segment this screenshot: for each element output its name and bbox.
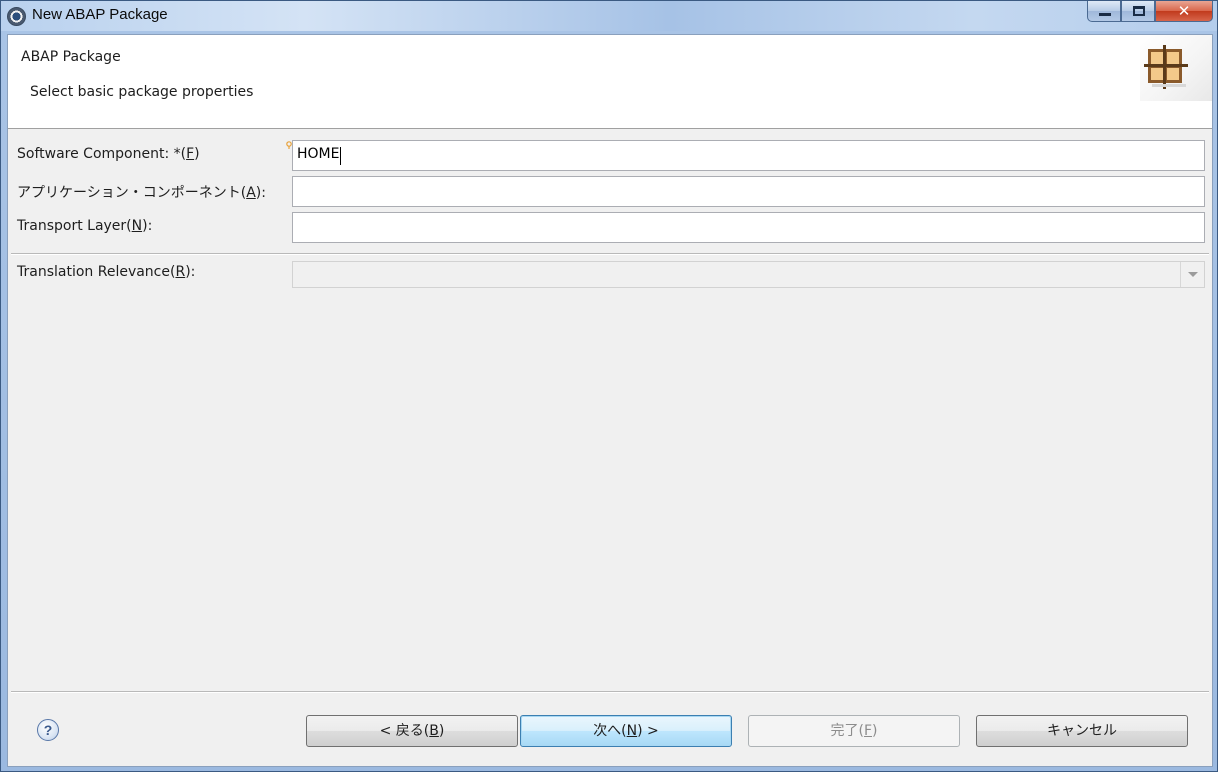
translation-relevance-label: Translation Relevance(R): — [17, 264, 196, 280]
page-title: ABAP Package — [21, 49, 121, 65]
title-bar[interactable]: New ABAP Package ✕ — [1, 1, 1217, 31]
abap-package-icon — [1144, 45, 1188, 89]
maximize-button[interactable] — [1121, 1, 1155, 22]
software-component-input[interactable]: HOME — [292, 140, 1205, 171]
software-component-label: Software Component: *(F) — [17, 146, 200, 162]
back-button[interactable]: < 戻る(B) — [306, 715, 518, 747]
transport-layer-input[interactable] — [292, 212, 1205, 243]
chevron-down-icon[interactable] — [1180, 262, 1204, 287]
minimize-icon — [1099, 13, 1111, 16]
transport-layer-label: Transport Layer(N): — [17, 218, 153, 234]
dialog-window: New ABAP Package ✕ ABAP Package Select b… — [0, 0, 1218, 772]
close-button[interactable]: ✕ — [1155, 1, 1213, 22]
minimize-button[interactable] — [1087, 1, 1121, 22]
window-title: New ABAP Package — [32, 6, 168, 23]
finish-button: 完了(F) — [748, 715, 960, 747]
wizard-header: ABAP Package Select basic package proper… — [8, 35, 1212, 129]
text-caret — [340, 147, 341, 165]
cancel-button[interactable]: キャンセル — [976, 715, 1188, 747]
close-icon: ✕ — [1177, 2, 1191, 20]
software-component-value: HOME — [297, 146, 340, 162]
page-description: Select basic package properties — [30, 84, 254, 100]
form-separator — [11, 253, 1209, 255]
application-component-input[interactable] — [292, 176, 1205, 207]
dialog-client-area: ABAP Package Select basic package proper… — [7, 34, 1213, 767]
eclipse-gear-icon — [7, 7, 26, 26]
translation-relevance-select[interactable] — [292, 261, 1205, 288]
maximize-icon — [1133, 6, 1145, 16]
button-bar-separator — [11, 691, 1209, 693]
application-component-label: アプリケーション・コンポーネント(A): — [17, 185, 266, 201]
help-icon[interactable]: ? — [37, 719, 59, 741]
next-button[interactable]: 次へ(N) > — [520, 715, 732, 747]
